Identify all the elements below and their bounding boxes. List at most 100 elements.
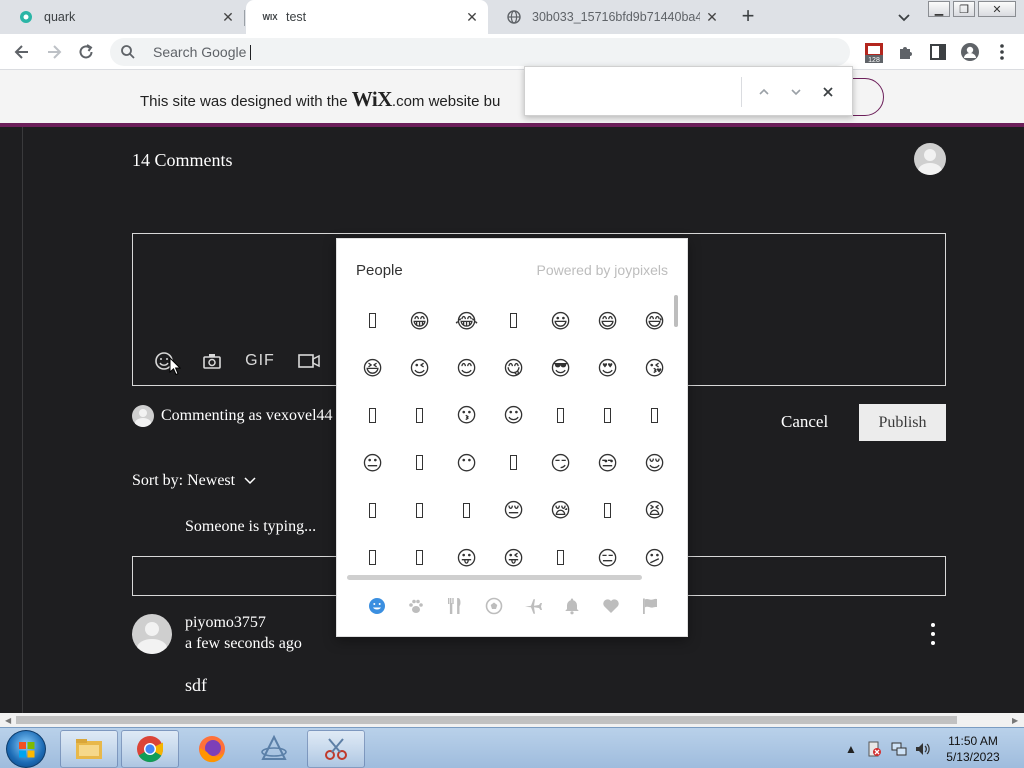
address-placeholder: Search Google [153,44,247,60]
ball-icon[interactable] [474,591,513,621]
fork-knife-icon[interactable] [435,591,474,621]
puzzle-icon[interactable] [894,40,918,64]
scrollbar-thumb[interactable] [16,716,957,724]
emoji-cell[interactable]: 😂 [443,297,490,344]
restore-button[interactable]: ❐ [953,1,975,17]
scroll-right-icon[interactable]: ▶ [1012,716,1018,725]
emoji-cell[interactable] [396,392,443,439]
emoji-cell[interactable]: 😄 [584,297,631,344]
file-explorer-icon[interactable] [60,730,118,768]
emoji-cell[interactable]: 😅 [631,297,678,344]
emoji-cell[interactable]: 😎 [537,344,584,391]
paw-icon[interactable] [396,591,435,621]
emoji-cell[interactable]: 😏 [537,439,584,486]
profile-icon[interactable] [958,40,982,64]
firefox-icon[interactable] [183,730,241,768]
emoji-cell[interactable]: 😉 [396,344,443,391]
tab-test[interactable]: WIX test ✕ [246,0,488,34]
tab-quark[interactable]: quark ✕ [0,0,244,34]
new-tab-button[interactable]: + [736,5,760,29]
forward-icon[interactable] [41,39,67,65]
picker-horizontal-scrollbar[interactable] [347,575,642,580]
chrome-icon[interactable] [121,730,179,768]
find-previous-icon[interactable] [753,81,775,103]
close-tab-icon[interactable]: ✕ [460,9,484,26]
sort-dropdown[interactable]: Sort by: Newest [132,472,257,490]
flag-icon[interactable] [630,591,669,621]
more-menu-icon[interactable] [990,40,1014,64]
find-input[interactable] [537,79,737,105]
emoji-cell[interactable] [584,487,631,534]
heart-icon[interactable] [591,591,630,621]
app-icon[interactable] [245,730,303,768]
smiley-icon[interactable] [357,591,396,621]
emoji-cell[interactable]: 😔 [490,487,537,534]
emoji-cell[interactable]: 😃 [537,297,584,344]
bell-icon[interactable] [552,591,591,621]
emoji-cell[interactable] [490,297,537,344]
volume-icon[interactable] [913,740,931,758]
emoji-cell[interactable] [443,487,490,534]
emoji-cell[interactable]: 😐 [349,439,396,486]
find-next-icon[interactable] [785,81,807,103]
emoji-cell[interactable]: 😫 [631,487,678,534]
start-button[interactable] [6,730,46,768]
network-icon[interactable] [890,740,908,758]
show-hidden-icons[interactable]: ▲ [842,740,860,758]
emoji-cell[interactable]: 😊 [443,344,490,391]
camera-icon[interactable] [200,349,224,373]
emoji-cell[interactable]: 😶 [443,439,490,486]
emoji-cell[interactable]: 😋 [490,344,537,391]
emoji-cell[interactable] [631,392,678,439]
emoji-cell[interactable]: 😁 [396,297,443,344]
emoji-cell[interactable] [537,392,584,439]
plane-icon[interactable] [513,591,552,621]
missing-glyph-icon [604,407,611,423]
side-panel-icon[interactable] [926,40,950,64]
video-icon[interactable] [297,349,321,373]
snipping-tool-icon[interactable] [307,730,365,768]
banner-text-suffix: .com website bu [391,93,501,110]
emoji-cell[interactable]: 😒 [584,439,631,486]
reload-icon[interactable] [73,39,99,65]
close-window-button[interactable]: ✕ [978,1,1016,17]
extension-calendar-icon[interactable]: 128 [862,40,886,64]
address-bar[interactable]: Search Google [110,38,850,66]
close-tab-icon[interactable]: ✕ [700,9,724,26]
find-close-icon[interactable] [817,81,839,103]
emoji-cell[interactable]: 😗 [443,392,490,439]
emoji-cell[interactable]: 😆 [349,344,396,391]
gif-button[interactable]: GIF [245,349,275,373]
emoji-cell[interactable] [584,392,631,439]
emoji-cell[interactable]: 😪 [537,487,584,534]
user-avatar[interactable] [914,143,946,175]
scroll-left-icon[interactable]: ◀ [5,716,11,725]
comment-author[interactable]: piyomo3757 [185,614,266,632]
emoji-cell[interactable] [396,439,443,486]
emoji-cell[interactable]: 😍 [584,344,631,391]
action-center-icon[interactable] [865,740,883,758]
emoji-cell[interactable]: 😘 [631,344,678,391]
missing-glyph-icon [510,455,517,471]
emoji-cell[interactable] [349,392,396,439]
tab-title: test [286,10,307,24]
avatar[interactable] [132,614,172,654]
horizontal-scrollbar[interactable]: ◀ ▶ [0,713,1024,727]
back-icon[interactable] [9,39,35,65]
missing-glyph-icon [510,313,517,329]
tab-image[interactable]: 30b033_15716bfd9b71440ba4b7 ✕ [488,0,728,34]
minimize-button[interactable]: ▁ [928,1,950,17]
tab-search-chevron-icon[interactable] [894,7,914,27]
publish-button[interactable]: Publish [859,404,946,441]
emoji-cell[interactable] [396,487,443,534]
cancel-button[interactable]: Cancel [781,412,828,432]
comment-more-icon[interactable] [924,623,942,645]
emoji-cell[interactable] [349,487,396,534]
system-clock[interactable]: 11:50 AM 5/13/2023 [936,733,1010,765]
emoji-cell[interactable] [349,297,396,344]
close-tab-icon[interactable]: ✕ [216,9,240,26]
extension-badge: 128 [868,57,880,64]
emoji-cell[interactable] [490,439,537,486]
emoji-cell[interactable]: 😌 [631,439,678,486]
emoji-cell[interactable]: ☺ [490,392,537,439]
